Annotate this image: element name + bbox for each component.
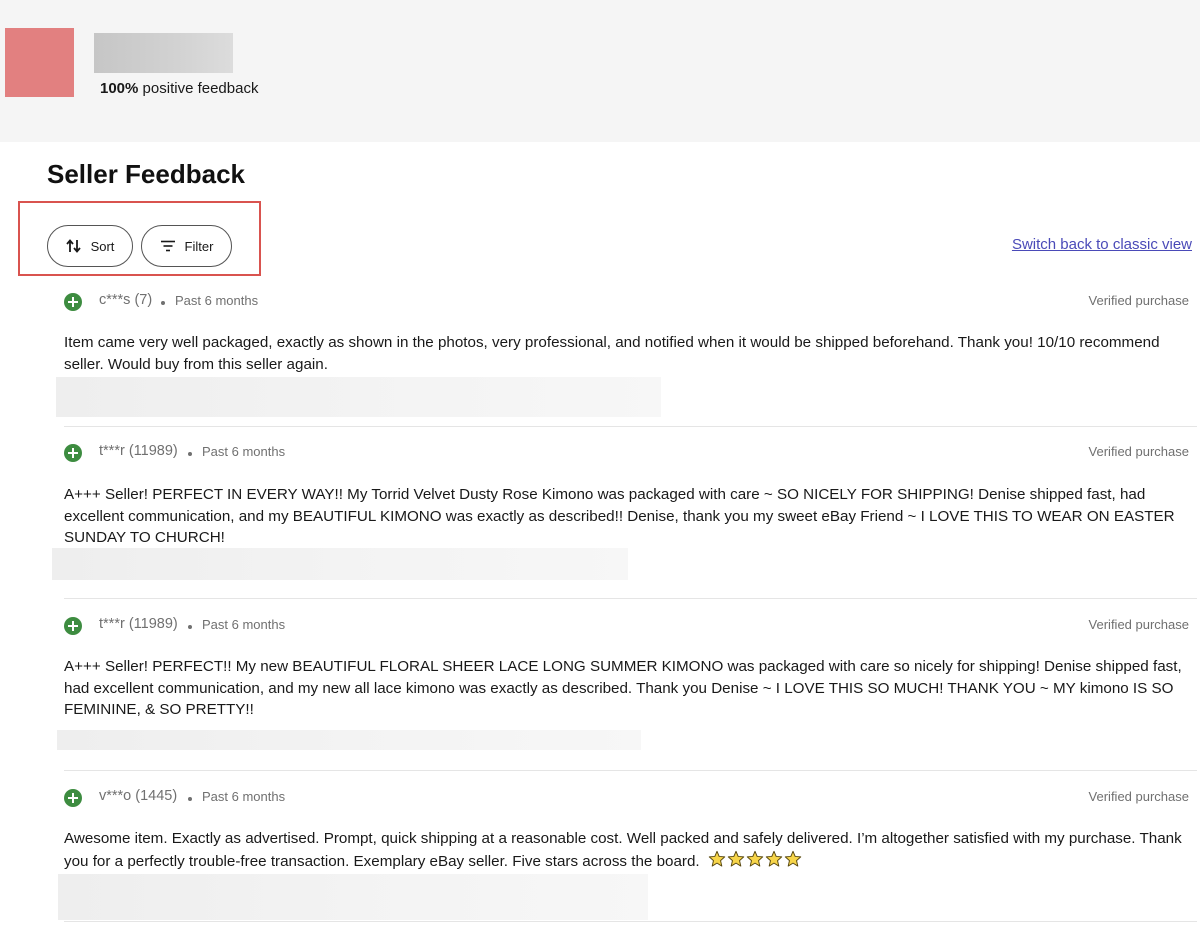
positive-percent: 100% bbox=[100, 80, 139, 97]
separator-dot bbox=[161, 301, 165, 305]
separator-dot bbox=[188, 625, 192, 629]
plus-circle-icon bbox=[64, 617, 82, 635]
star-emoji-icon bbox=[765, 850, 783, 867]
seller-header: 100% positive feedback bbox=[0, 0, 1200, 142]
feedback-comment: A+++ Seller! PERFECT IN EVERY WAY!! My T… bbox=[64, 486, 1175, 546]
divider bbox=[64, 770, 1197, 771]
item-info-redacted bbox=[52, 548, 628, 580]
filter-label: Filter bbox=[184, 238, 214, 254]
filter-button[interactable]: Filter bbox=[141, 225, 232, 267]
switch-classic-view-link[interactable]: Switch back to classic view bbox=[1012, 236, 1192, 253]
divider bbox=[64, 426, 1197, 427]
feedback-comment: A+++ Seller! PERFECT!! My new BEAUTIFUL … bbox=[64, 658, 1182, 718]
star-emoji-icon bbox=[727, 850, 745, 867]
feedback-user: v***o (1445) bbox=[99, 788, 178, 804]
seller-avatar[interactable] bbox=[5, 28, 74, 97]
separator-dot bbox=[188, 452, 192, 456]
feedback-comment: Awesome item. Exactly as advertised. Pro… bbox=[64, 828, 1199, 874]
separator-dot bbox=[188, 797, 192, 801]
feedback-user: t***r (11989) bbox=[99, 443, 178, 459]
feedback-period: Past 6 months bbox=[202, 444, 286, 459]
feedback-user: t***r (11989) bbox=[99, 616, 178, 632]
verified-purchase-label: Verified purchase bbox=[1088, 617, 1189, 632]
verified-purchase-label: Verified purchase bbox=[1088, 293, 1189, 308]
feedback-period: Past 6 months bbox=[202, 789, 286, 804]
positive-feedback-summary: 100% positive feedback bbox=[100, 80, 258, 97]
seller-name-redacted bbox=[94, 33, 233, 73]
divider bbox=[64, 598, 1197, 599]
feedback-header: v***o (1445) Past 6 months Verified purc… bbox=[64, 788, 1197, 808]
sort-arrows-icon bbox=[65, 239, 81, 253]
feedback-user: c***s (7) bbox=[99, 292, 153, 308]
sort-label: Sort bbox=[90, 238, 115, 254]
item-info-redacted bbox=[56, 377, 661, 417]
star-emoji-icon bbox=[784, 850, 802, 867]
sort-button[interactable]: Sort bbox=[47, 225, 133, 267]
feedback-period: Past 6 months bbox=[202, 617, 286, 632]
star-emoji-icon bbox=[746, 850, 764, 867]
star-emoji-icon bbox=[708, 850, 726, 867]
feedback-comment: Item came very well packaged, exactly as… bbox=[64, 334, 1160, 373]
feedback-header: c***s (7) Past 6 months Verified purchas… bbox=[64, 292, 1197, 312]
star-emoji-group bbox=[708, 850, 803, 875]
divider bbox=[64, 921, 1197, 922]
verified-purchase-label: Verified purchase bbox=[1088, 789, 1189, 804]
feedback-period: Past 6 months bbox=[175, 293, 259, 308]
positive-label: positive feedback bbox=[142, 80, 259, 97]
item-info-redacted bbox=[58, 874, 648, 920]
feedback-comment-text: Awesome item. Exactly as advertised. Pro… bbox=[64, 830, 1182, 870]
item-info-redacted bbox=[57, 730, 641, 750]
plus-circle-icon bbox=[64, 789, 82, 807]
verified-purchase-label: Verified purchase bbox=[1088, 444, 1189, 459]
feedback-header: t***r (11989) Past 6 months Verified pur… bbox=[64, 616, 1197, 636]
feedback-header: t***r (11989) Past 6 months Verified pur… bbox=[64, 443, 1197, 463]
plus-circle-icon bbox=[64, 293, 82, 311]
plus-circle-icon bbox=[64, 444, 82, 462]
page-title: Seller Feedback bbox=[47, 159, 245, 189]
filter-lines-icon bbox=[160, 240, 175, 252]
